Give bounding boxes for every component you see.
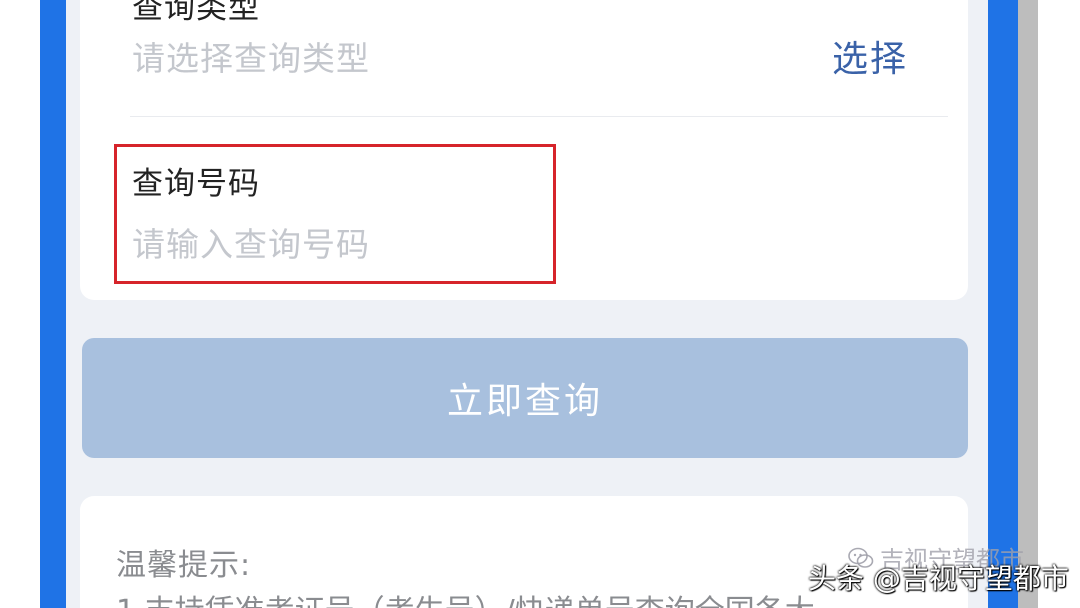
query-number-label: 查询号码	[132, 166, 260, 202]
select-type-button[interactable]: 选择	[832, 30, 908, 82]
app-screen: 查询类型 请选择查询类型 选择 查询号码 请输入查询号码 立即查询 温馨提示: …	[66, 0, 988, 608]
tips-line-1: 1.支持凭准考证号（考生号）/快递单号查询全国各大	[116, 586, 815, 608]
query-number-input[interactable]: 请输入查询号码	[132, 218, 370, 266]
frame-shadow	[1018, 0, 1038, 608]
query-type-field[interactable]: 请选择查询类型	[132, 32, 370, 80]
query-type-label: 查询类型	[132, 0, 260, 26]
tips-title: 温馨提示:	[116, 548, 252, 583]
query-now-button[interactable]: 立即查询	[82, 338, 968, 458]
watermark-main: 头条 @吉视守望都市	[808, 562, 1069, 595]
field-divider	[130, 116, 948, 117]
query-form-card: 查询类型 请选择查询类型 选择 查询号码 请输入查询号码	[80, 0, 968, 300]
